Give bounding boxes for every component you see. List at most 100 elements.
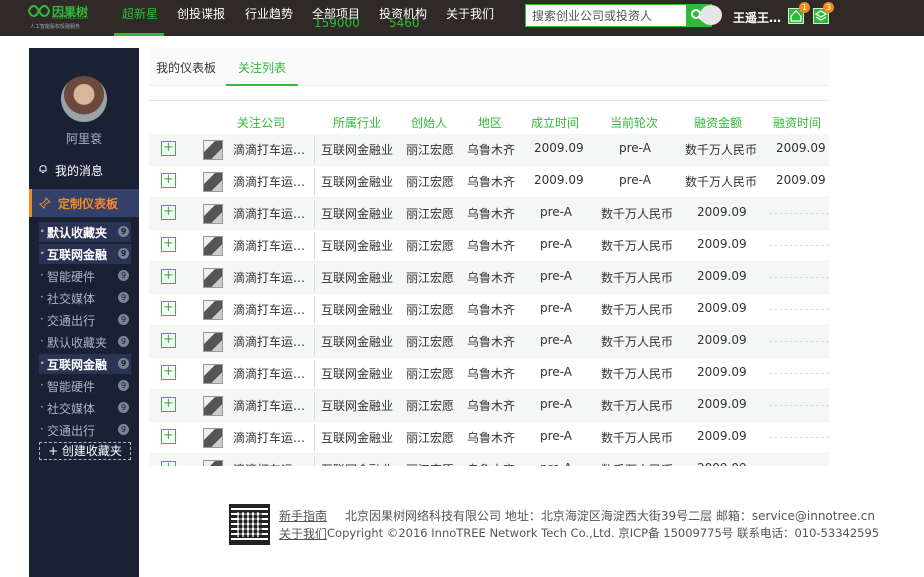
table-cell: pre-A xyxy=(540,237,572,251)
toggle-switch[interactable] xyxy=(700,5,722,25)
table-row[interactable]: +滴滴打车运…互联网金融业丽江宏愿乌鲁木齐pre-A数千万人民币2009.09 xyxy=(149,390,829,422)
nav-item-supernova[interactable]: 超新星 xyxy=(122,5,158,22)
table-row[interactable]: +滴滴打车运…互联网金融业丽江宏愿乌鲁木齐pre-A数千万人民币2009.09 xyxy=(149,230,829,262)
table-row[interactable]: + 滴滴打车运… 互联网金融业 丽江宏愿 乌鲁木齐 2009.09 pre-A 数千万人民币 2… xyxy=(149,166,829,198)
sidebar-item-messages[interactable]: 我的消息 xyxy=(29,156,139,182)
sidebar-item-dashboard[interactable]: 定制仪表板 xyxy=(29,189,139,217)
sidebar-item-folder[interactable]: · 交通出行 9 xyxy=(39,310,131,330)
table-row[interactable]: + 滴滴打车运… 互联网金融业 丽江宏愿 乌鲁木齐 2009.09 pre-A 数千万人民币 2… xyxy=(149,134,829,166)
table-row[interactable]: +滴滴打车运…互联网金融业丽江宏愿乌鲁木齐pre-A数千万人民币2009.09 xyxy=(149,294,829,326)
sidebar-item-folder[interactable]: · 智能硬件 9 xyxy=(39,266,131,286)
empty-cell-placeholder xyxy=(769,341,829,342)
company-name-cell[interactable]: 滴滴打车运… xyxy=(233,333,305,350)
sidebar-item-badge: 9 xyxy=(118,358,129,369)
bullet-dot: · xyxy=(40,290,44,304)
add-to-folder-icon[interactable]: + xyxy=(161,301,176,316)
add-to-folder-icon[interactable]: + xyxy=(161,141,176,156)
logo-brand-sub: InnoTREE.com xyxy=(52,15,88,21)
bullet-dot: · xyxy=(40,268,44,282)
company-name-cell[interactable]: 滴滴打车运… xyxy=(233,269,305,286)
tab-watchlist[interactable]: 关注列表 xyxy=(238,59,286,76)
add-to-folder-icon[interactable]: + xyxy=(161,205,176,220)
add-to-folder-icon[interactable]: + xyxy=(161,461,176,466)
bullet-dot: · xyxy=(40,422,44,436)
column-header[interactable]: 创始人 xyxy=(411,114,447,131)
column-header[interactable]: 当前轮次 xyxy=(610,114,658,131)
bullet-dot: · xyxy=(40,224,45,238)
company-logo xyxy=(203,332,223,352)
sidebar-item-folder[interactable]: · 社交媒体 9 xyxy=(39,398,131,418)
column-header[interactable]: 成立时间 xyxy=(531,114,579,131)
table-row[interactable]: +滴滴打车运…互联网金融业丽江宏愿乌鲁木齐pre-A数千万人民币2009.09 xyxy=(149,198,829,230)
company-name-cell[interactable]: 滴滴打车运… xyxy=(233,397,305,414)
table-cell: 乌鲁木齐 xyxy=(467,461,515,466)
table-row[interactable]: +滴滴打车运…互联网金融业丽江宏愿乌鲁木齐pre-A数千万人民币2009.09 xyxy=(149,454,829,466)
table-cell: 互联网金融业 xyxy=(321,143,394,157)
column-header[interactable]: 地区 xyxy=(478,114,502,131)
company-name-cell[interactable]: 滴滴打车运… xyxy=(233,365,305,382)
company-name-cell[interactable]: 滴滴打车运… xyxy=(233,173,305,190)
table-header: 关注公司 所属行业 创始人 地区 成立时间 当前轮次 融资金额 融资时间 xyxy=(149,114,829,134)
sidebar: 阿里袞 我的消息 定制仪表板 · 默认收藏夹 9 · 互联网金融 9 · 智能硬… xyxy=(29,48,139,577)
nav-item-about[interactable]: 关于我们 xyxy=(446,5,494,22)
add-to-folder-icon[interactable]: + xyxy=(161,397,176,412)
add-to-folder-icon[interactable]: + xyxy=(161,237,176,252)
column-header[interactable]: 所属行业 xyxy=(333,114,381,131)
add-to-folder-icon[interactable]: + xyxy=(161,173,176,188)
sidebar-item-folder[interactable]: · 互联网金融 9 xyxy=(39,244,131,264)
table-cell: pre-A xyxy=(540,333,572,347)
sidebar-item-folder[interactable]: · 默认收藏夹 9 xyxy=(39,332,131,352)
sidebar-item-folder[interactable]: · 互联网金融 9 xyxy=(39,354,131,374)
table-row[interactable]: +滴滴打车运…互联网金融业丽江宏愿乌鲁木齐pre-A数千万人民币2009.09 xyxy=(149,358,829,390)
sidebar-item-badge: 9 xyxy=(118,248,129,259)
table-cell: 互联网金融业 xyxy=(321,335,394,349)
sidebar-item-badge: 9 xyxy=(118,292,129,303)
table-cell: pre-A xyxy=(619,173,651,187)
user-name[interactable]: 王遥王… xyxy=(733,9,781,26)
table-cell: 互联网金融业 xyxy=(321,303,394,317)
add-to-folder-icon[interactable]: + xyxy=(161,333,176,348)
add-to-folder-icon[interactable]: + xyxy=(161,429,176,444)
company-logo xyxy=(203,364,223,384)
table-row[interactable]: +滴滴打车运…互联网金融业丽江宏愿乌鲁木齐pre-A数千万人民币2009.09 xyxy=(149,422,829,454)
tab-my-dashboard[interactable]: 我的仪表板 xyxy=(156,59,216,76)
company-name-cell[interactable]: 滴滴打车运… xyxy=(233,461,305,466)
table-cell: 2009.09 xyxy=(534,141,584,155)
sidebar-item-folder[interactable]: · 社交媒体 9 xyxy=(39,288,131,308)
avatar[interactable] xyxy=(61,76,107,122)
sidebar-item-label: 默认收藏夹 xyxy=(47,336,108,350)
sidebar-item-folder[interactable]: · 智能硬件 9 xyxy=(39,376,131,396)
logo[interactable]: 因果树 InnoTREE.com 人工智能股权投融服务 xyxy=(28,3,98,31)
search-input[interactable] xyxy=(525,4,687,27)
company-name-cell[interactable]: 滴滴打车运… xyxy=(233,301,305,318)
column-divider xyxy=(314,456,315,466)
company-name-cell[interactable]: 滴滴打车运… xyxy=(233,205,305,222)
bullet-dot: · xyxy=(40,356,45,370)
empty-cell-placeholder xyxy=(769,437,829,438)
table-row[interactable]: +滴滴打车运…互联网金融业丽江宏愿乌鲁木齐pre-A数千万人民币2009.09 xyxy=(149,326,829,358)
table-cell: 2009.09 xyxy=(697,461,747,466)
company-name-cell[interactable]: 滴滴打车运… xyxy=(233,141,305,158)
nav-item-industry-trends[interactable]: 行业趋势 xyxy=(245,5,293,22)
sidebar-item-badge: 9 xyxy=(118,424,129,435)
create-folder-button[interactable]: + 创建收藏夹 xyxy=(39,442,131,460)
footer-about-link[interactable]: 关于我们 xyxy=(279,525,327,542)
table-row[interactable]: +滴滴打车运…互联网金融业丽江宏愿乌鲁木齐pre-A数千万人民币2009.09 xyxy=(149,262,829,294)
add-to-folder-icon[interactable]: + xyxy=(161,365,176,380)
column-header[interactable]: 融资金额 xyxy=(694,114,742,131)
table-cell: 互联网金融业 xyxy=(321,461,393,466)
table-cell: 2009.09 xyxy=(534,173,584,187)
empty-cell-placeholder xyxy=(769,245,829,246)
nav-item-vc-intel[interactable]: 创投谍报 xyxy=(177,5,225,22)
sidebar-item-folder[interactable]: · 默认收藏夹 9 xyxy=(39,222,131,242)
footer-guide-link[interactable]: 新手指南 xyxy=(279,507,327,524)
company-logo xyxy=(203,460,223,466)
company-name-cell[interactable]: 滴滴打车运… xyxy=(233,429,305,446)
column-header[interactable]: 关注公司 xyxy=(237,114,285,131)
company-name-cell[interactable]: 滴滴打车运… xyxy=(233,237,305,254)
empty-cell-placeholder xyxy=(769,277,829,278)
column-header[interactable]: 融资时间 xyxy=(773,114,821,131)
add-to-folder-icon[interactable]: + xyxy=(161,269,176,284)
sidebar-item-folder[interactable]: · 交通出行 9 xyxy=(39,420,131,440)
message-badge: 3 xyxy=(823,2,834,13)
